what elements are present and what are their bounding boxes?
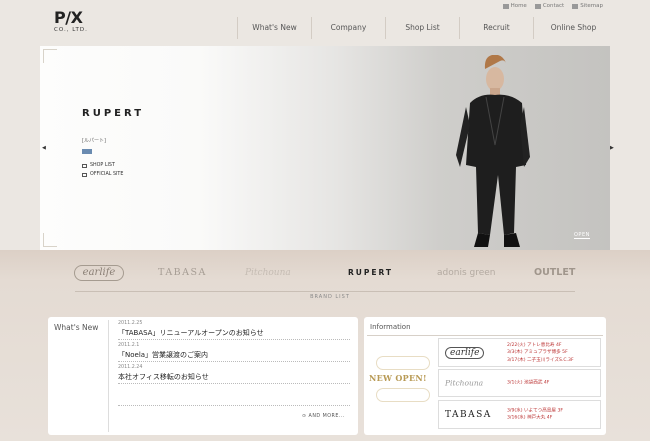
and-more-label: AND MORE... xyxy=(308,414,345,419)
whats-new-title: What's New xyxy=(54,323,99,332)
nav-recruit[interactable]: Recruit xyxy=(459,17,533,39)
info-entry-earlife[interactable]: earlife 2/22(火) アトレ恵比寿 4F 3/3(木) アミュプラザ博… xyxy=(438,338,601,367)
util-contact-label: Contact xyxy=(542,3,565,9)
info-line: 3/1(火) 池袋西武 4F xyxy=(507,380,550,386)
news-title: 「Noela」営業譲渡のご案内 xyxy=(118,351,209,359)
brand-outlet[interactable]: OUTLET xyxy=(534,263,575,283)
nav-shop-list[interactable]: Shop List xyxy=(385,17,459,39)
news-empty-row xyxy=(118,388,350,406)
news-date: 2011.2.25 xyxy=(118,321,143,326)
and-more-link[interactable]: ⊙ AND MORE... xyxy=(302,414,345,419)
info-brand-earlife: earlife xyxy=(445,346,485,359)
nav-online-shop[interactable]: Online Shop xyxy=(533,17,613,39)
hero-brand-title: RUPERT xyxy=(82,108,145,119)
store-icon xyxy=(82,163,87,168)
news-date: 2011.2.1 xyxy=(118,343,140,348)
sitemap-icon xyxy=(572,3,579,9)
logo-main: P/X xyxy=(54,8,83,27)
info-line: 3/16(水) 神戸大丸 4F xyxy=(507,415,553,421)
info-brand-tabasa: TABASA xyxy=(445,409,492,420)
hero-prev-arrow[interactable]: ◀ xyxy=(42,145,46,151)
hero-brand-kana: [ルパート] xyxy=(82,138,106,144)
news-item[interactable]: 2011.2.25 「TABASA」リニューアルオープンのお知らせ xyxy=(118,321,350,340)
brand-list: earlife TABASA Pitchouna RUPERT adonis g… xyxy=(72,263,592,283)
corner-ornament xyxy=(43,233,57,247)
brand-adonis-green[interactable]: adonis green xyxy=(437,263,495,283)
info-line: 3/17(木) 二子玉川ライズS.C.3F xyxy=(507,357,574,363)
open-button[interactable]: OPEN xyxy=(574,232,590,239)
info-entry-pitchouna[interactable]: Pitchouna 3/1(火) 池袋西武 4F xyxy=(438,369,601,397)
brand-tabasa[interactable]: TABASA xyxy=(158,263,207,283)
info-line: 2/22(火) アトレ恵比寿 4F xyxy=(507,342,562,348)
news-title: 本社オフィス移転のお知らせ xyxy=(118,373,209,381)
hero-shop-list-link[interactable]: SHOP LIST xyxy=(82,163,115,168)
brand-divider xyxy=(75,291,575,292)
info-brand-pitchouna: Pitchouna xyxy=(445,378,484,388)
util-sitemap[interactable]: Sitemap xyxy=(572,3,603,9)
hero-shop-list-label: SHOP LIST xyxy=(90,163,115,168)
panel-divider xyxy=(108,320,109,432)
info-lines: 3/1(火) 池袋西武 4F xyxy=(507,379,549,387)
info-line: 3/3(木) アミュプラザ博多 5F xyxy=(507,349,568,355)
news-item[interactable]: 2011.2.24 本社オフィス移転のお知らせ xyxy=(118,365,350,384)
home-icon xyxy=(502,3,509,9)
util-contact[interactable]: Contact xyxy=(534,3,565,9)
corner-ornament xyxy=(43,49,57,63)
util-home-label: Home xyxy=(510,3,527,9)
information-divider xyxy=(367,335,603,336)
company-logo[interactable]: P/X CO., LTD. xyxy=(54,10,94,36)
brand-earlife[interactable]: earlife xyxy=(74,265,124,281)
model-photo xyxy=(456,55,530,247)
new-open-label: NEW OPEN! xyxy=(369,373,427,383)
hero-official-site-link[interactable]: OFFICIAL SITE xyxy=(82,172,123,177)
info-line: 3/9(水) いよてつ髙島屋 3F xyxy=(507,408,564,413)
brand-rupert[interactable]: RUPERT xyxy=(348,263,393,283)
mail-icon xyxy=(534,3,541,9)
info-entry-tabasa[interactable]: TABASA 3/9(水) いよてつ髙島屋 3F 3/16(水) 神戸大丸 4F xyxy=(438,400,601,429)
nav-company[interactable]: Company xyxy=(311,17,385,39)
information-title: Information xyxy=(370,323,411,331)
window-icon xyxy=(82,172,87,177)
info-lines: 3/9(水) いよてつ髙島屋 3F 3/16(水) 神戸大丸 4F xyxy=(507,407,563,422)
info-lines: 2/22(火) アトレ恵比寿 4F 3/3(木) アミュプラザ博多 5F 3/1… xyxy=(507,341,574,364)
util-home[interactable]: Home xyxy=(502,3,527,9)
brand-list-caption[interactable]: BRAND LIST xyxy=(300,293,360,300)
brand-pitchouna[interactable]: Pitchouna xyxy=(245,263,291,283)
logo-sub: CO., LTD. xyxy=(54,27,88,33)
ornament-top xyxy=(376,356,430,370)
ornament-bottom xyxy=(376,388,430,402)
hero-official-site-label: OFFICIAL SITE xyxy=(90,172,124,177)
news-title: 「TABASA」リニューアルオープンのお知らせ xyxy=(118,329,264,337)
util-sitemap-label: Sitemap xyxy=(580,3,603,9)
hero-next-arrow[interactable]: ▶ xyxy=(610,145,614,151)
global-nav: What's New Company Shop List Recruit Onl… xyxy=(237,17,613,39)
news-date: 2011.2.24 xyxy=(118,365,143,370)
news-item[interactable]: 2011.2.1 「Noela」営業譲渡のご案内 xyxy=(118,343,350,362)
social-icon[interactable] xyxy=(82,149,92,154)
nav-whats-new[interactable]: What's New xyxy=(237,17,311,39)
utility-links: Home Contact Sitemap xyxy=(502,3,603,9)
